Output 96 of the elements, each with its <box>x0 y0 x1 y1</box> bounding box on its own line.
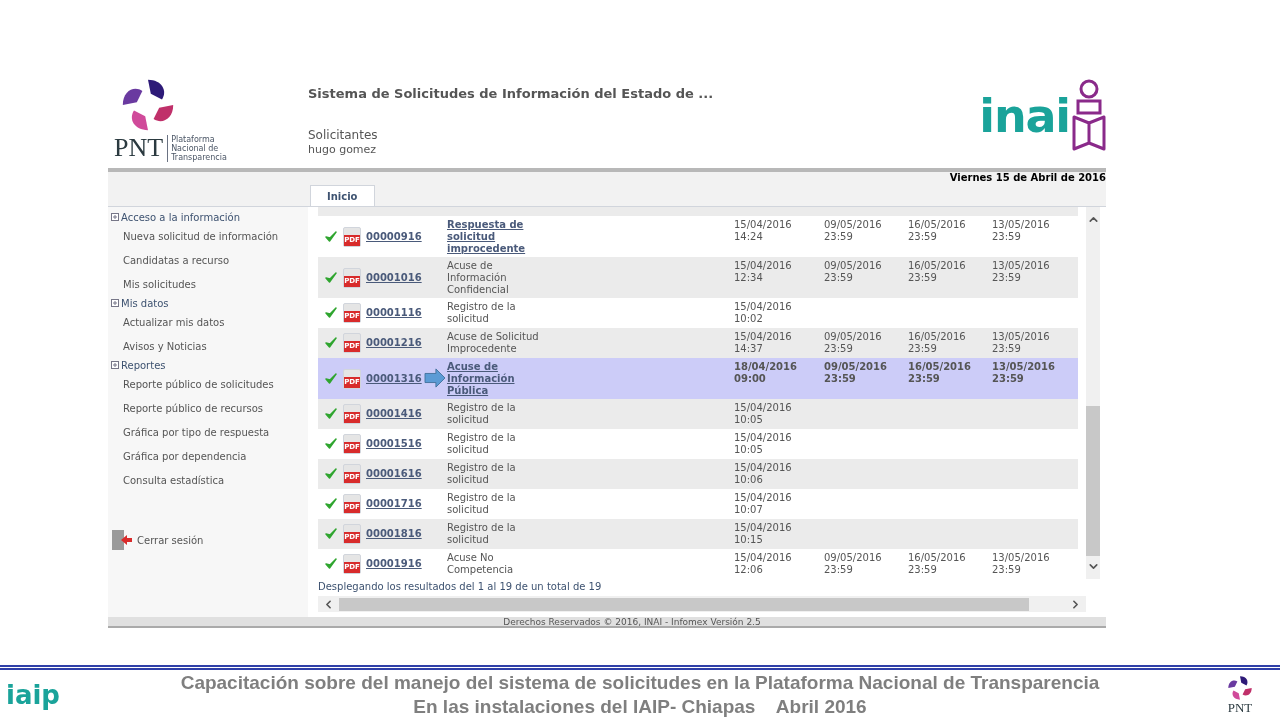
table-cell-text: 13/05/2016 23:59 <box>992 330 1051 355</box>
check-icon <box>324 498 337 510</box>
pnt-logo-icon <box>1227 675 1253 701</box>
table-cell-text: Registro de la solicitud <box>447 491 517 516</box>
check-icon <box>324 438 337 450</box>
sidebar-item[interactable]: Candidatas a recurso <box>123 248 308 272</box>
table-cell-text: 15/04/2016 10:06 <box>734 461 793 486</box>
table-cell-text: 16/05/2016 23:59 <box>908 360 972 385</box>
check-icon <box>324 408 337 420</box>
table-cell-text: 15/04/2016 10:15 <box>734 521 793 546</box>
date-label: Viernes 15 de Abril de 2016 <box>949 172 1106 183</box>
sidebar-item[interactable]: Gráfica por tipo de respuesta <box>123 420 308 444</box>
expand-icon[interactable] <box>111 361 119 369</box>
pnt-logo-icon <box>120 77 176 133</box>
folio-link[interactable]: 00001616 <box>366 468 447 480</box>
sidebar-item[interactable]: Avisos y Noticias <box>123 334 308 358</box>
table-cell[interactable]: Acuse de Información Pública <box>447 358 734 397</box>
table-cell-text: 16/05/2016 23:59 <box>908 218 967 243</box>
role-label: Solicitantes <box>308 127 379 143</box>
table-cell-text: 13/05/2016 23:59 <box>992 259 1051 284</box>
pnt-logo-text: PNT <box>114 133 164 163</box>
folio-link[interactable]: 00001916 <box>366 558 447 570</box>
expand-icon[interactable] <box>111 213 119 221</box>
sidebar-item[interactable]: Gráfica por dependencia <box>123 444 308 468</box>
table-cell-text: 15/04/2016 12:34 <box>734 259 793 284</box>
logo-tagline: Plataforma Nacional de Transparencia <box>167 134 227 162</box>
inai-logo-text: inai <box>979 88 1070 144</box>
table-cell-text: 15/04/2016 10:05 <box>734 401 793 426</box>
table-cell[interactable]: Respuesta de solicitud improcedente <box>447 216 734 255</box>
user-name: hugo gomez <box>308 142 378 157</box>
table-cell-text: 16/05/2016 23:59 <box>908 330 967 355</box>
slide-caption: En las instalaciones del IAIP- Chiapas Abril 2016 <box>413 695 867 719</box>
table-cell-text: 09/05/2016 23:59 <box>824 360 888 385</box>
table-cell-text: 15/04/2016 14:37 <box>734 330 793 355</box>
sidebar-item[interactable]: Nueva solicitud de información <box>123 224 308 248</box>
folio-link[interactable]: 00000916 <box>366 230 447 243</box>
table-cell-text: 15/04/2016 12:06 <box>734 551 793 576</box>
table-cell-text: Registro de la solicitud <box>447 300 517 325</box>
table-cell-text: 15/04/2016 14:24 <box>734 218 793 243</box>
section-heading[interactable]: Acceso a la información <box>121 209 240 225</box>
check-icon <box>324 307 337 319</box>
table-cell-text: 09/05/2016 23:59 <box>824 330 883 355</box>
check-icon <box>324 372 337 385</box>
folio-link[interactable]: 00001516 <box>366 438 447 450</box>
sidebar-item[interactable]: Reporte público de recursos <box>123 396 308 420</box>
table-cell-text: 13/05/2016 23:59 <box>992 360 1056 385</box>
table-cell-text: Acuse No Competencia <box>447 551 515 576</box>
table-cell-text: 09/05/2016 23:59 <box>824 551 883 576</box>
folio-link[interactable]: 00001716 <box>366 498 447 510</box>
section-heading[interactable]: Mis datos <box>121 295 169 311</box>
folio-link[interactable]: 00001116 <box>366 307 447 319</box>
table-cell-text: 15/04/2016 10:05 <box>734 431 793 456</box>
folio-link[interactable]: 00001216 <box>366 337 447 349</box>
iaip-logo-text: iaip <box>6 681 60 709</box>
table-cell-text: 16/05/2016 23:59 <box>908 551 967 576</box>
table-cell-text: 13/05/2016 23:59 <box>992 551 1051 576</box>
sidebar-item[interactable]: Actualizar mis datos <box>123 310 308 334</box>
table-cell-text: Registro de la solicitud <box>447 521 517 546</box>
logout-link[interactable]: Cerrar sesión <box>137 532 204 548</box>
slide-caption: Capacitación sobre del manejo del sistema de solicitudes en la Plataforma Nacional de Transparencia <box>180 671 1100 695</box>
table-cell-text: 13/05/2016 23:59 <box>992 218 1051 243</box>
table-cell-text: 16/05/2016 23:59 <box>908 259 967 284</box>
table-cell-text: 18/04/2016 09:00 <box>734 360 798 385</box>
table-cell-text: Registro de la solicitud <box>447 401 517 426</box>
sidebar-item[interactable]: Reporte público de solicitudes <box>123 372 308 396</box>
system-title: Sistema de Solicitudes de Información del Estado de ... <box>308 85 715 103</box>
horizontal-scrollbar[interactable] <box>318 596 1086 612</box>
folio-link[interactable]: 00001416 <box>366 408 447 420</box>
check-icon <box>324 337 337 349</box>
table-cell-text: 15/04/2016 10:02 <box>734 300 793 325</box>
folio-link[interactable]: 00001816 <box>366 528 447 540</box>
check-icon <box>324 468 337 480</box>
check-icon <box>324 558 337 570</box>
logout-door-icon[interactable] <box>111 529 133 551</box>
folio-link[interactable]: 00001016 <box>366 271 447 284</box>
table-cell-text: 09/05/2016 23:59 <box>824 218 883 243</box>
check-icon <box>324 271 337 284</box>
results-summary: Desplegando los resultados del 1 al 19 de un total de 19 <box>318 580 603 594</box>
table-cell-text: 15/04/2016 10:07 <box>734 491 793 516</box>
table-cell-text: 09/05/2016 23:59 <box>824 259 883 284</box>
vertical-scrollbar[interactable] <box>1086 207 1100 579</box>
sidebar-item[interactable]: Mis solicitudes <box>123 272 308 296</box>
section-heading[interactable]: Reportes <box>121 357 166 373</box>
check-icon <box>324 230 337 243</box>
reading-person-icon <box>1072 79 1106 153</box>
check-icon <box>324 528 337 540</box>
table-cell-text: Registro de la solicitud <box>447 461 517 486</box>
sidebar-item[interactable]: Consulta estadística <box>123 468 308 492</box>
app-footer: Derechos Reservados © 2016, INAI - Infomex Versión 2.5 <box>108 617 1106 628</box>
table-cell-text: Acuse de Solicitud Improcedente <box>447 330 540 355</box>
expand-icon[interactable] <box>111 299 119 307</box>
pnt-small-logo-text: PNT <box>1227 701 1253 715</box>
tab[interactable]: Inicio <box>310 185 375 206</box>
table-cell-text: Acuse de Información Confidencial <box>447 259 510 296</box>
folio-link[interactable]: 00001316 <box>366 372 447 385</box>
table-cell-text: Registro de la solicitud <box>447 431 517 456</box>
